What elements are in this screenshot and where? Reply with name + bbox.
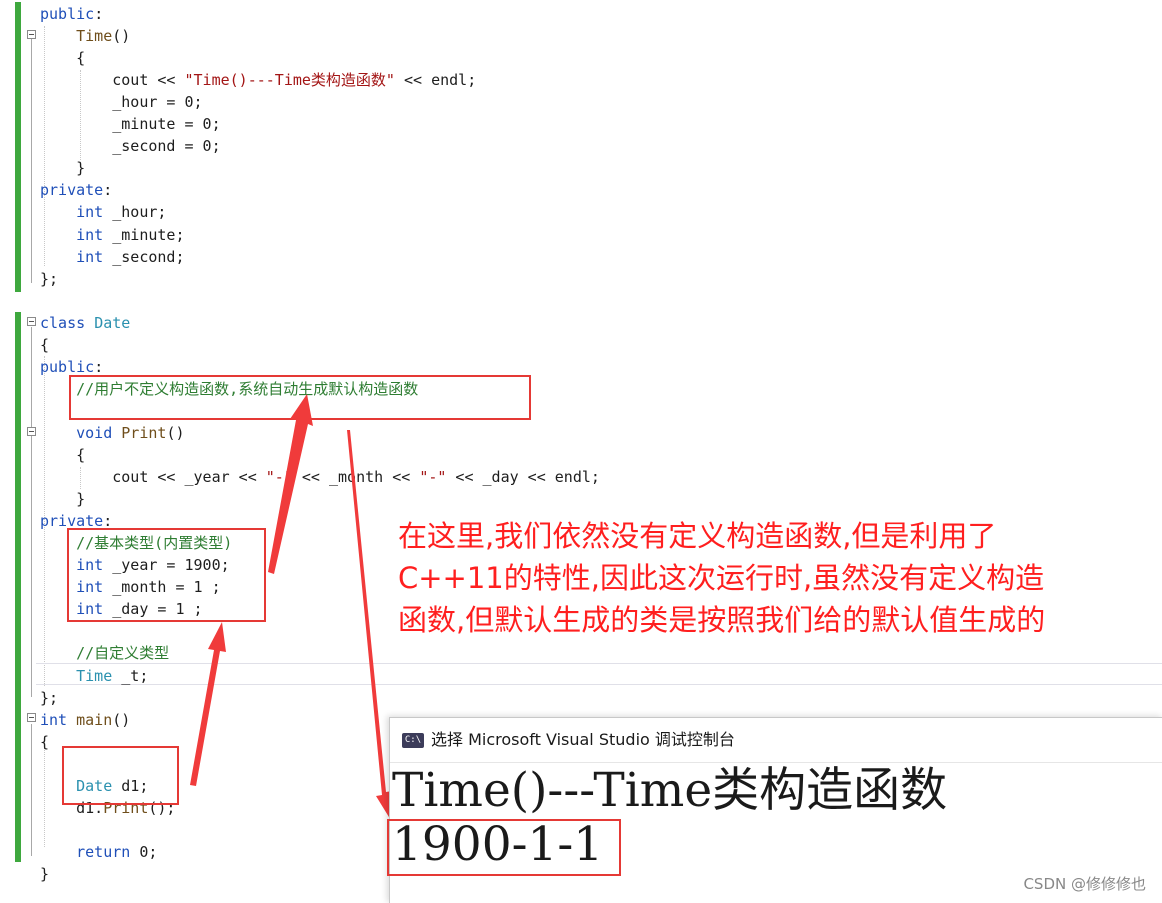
highlight-box-output — [387, 819, 621, 876]
arrow-to-members — [190, 622, 226, 786]
annotation-line: C++11的特性,因此这次运行时,虽然没有定义构造 — [398, 561, 1045, 595]
console-output-line: Time()---Time类构造函数 — [392, 763, 948, 818]
annotation-text: 在这里,我们依然没有定义构造函数,但是利用了 C++11的特性,因此这次运行时,… — [398, 515, 1045, 641]
watermark: CSDN @修修修也 — [1023, 875, 1146, 893]
arrow-to-comment — [268, 394, 313, 574]
annotation-line: 在这里,我们依然没有定义构造函数,但是利用了 — [398, 519, 997, 553]
annotation-line: 函数,但默认生成的类是按照我们给的默认值生成的 — [398, 603, 1046, 637]
console-titlebar[interactable]: C:\ 选择 Microsoft Visual Studio 调试控制台 — [390, 718, 1162, 763]
arrow-to-output — [347, 430, 392, 822]
console-app-icon: C:\ — [402, 733, 424, 748]
code-editor[interactable]: public: Time() { cout << "Time()---Time类… — [0, 0, 1162, 903]
console-title: 选择 Microsoft Visual Studio 调试控制台 — [431, 730, 735, 749]
